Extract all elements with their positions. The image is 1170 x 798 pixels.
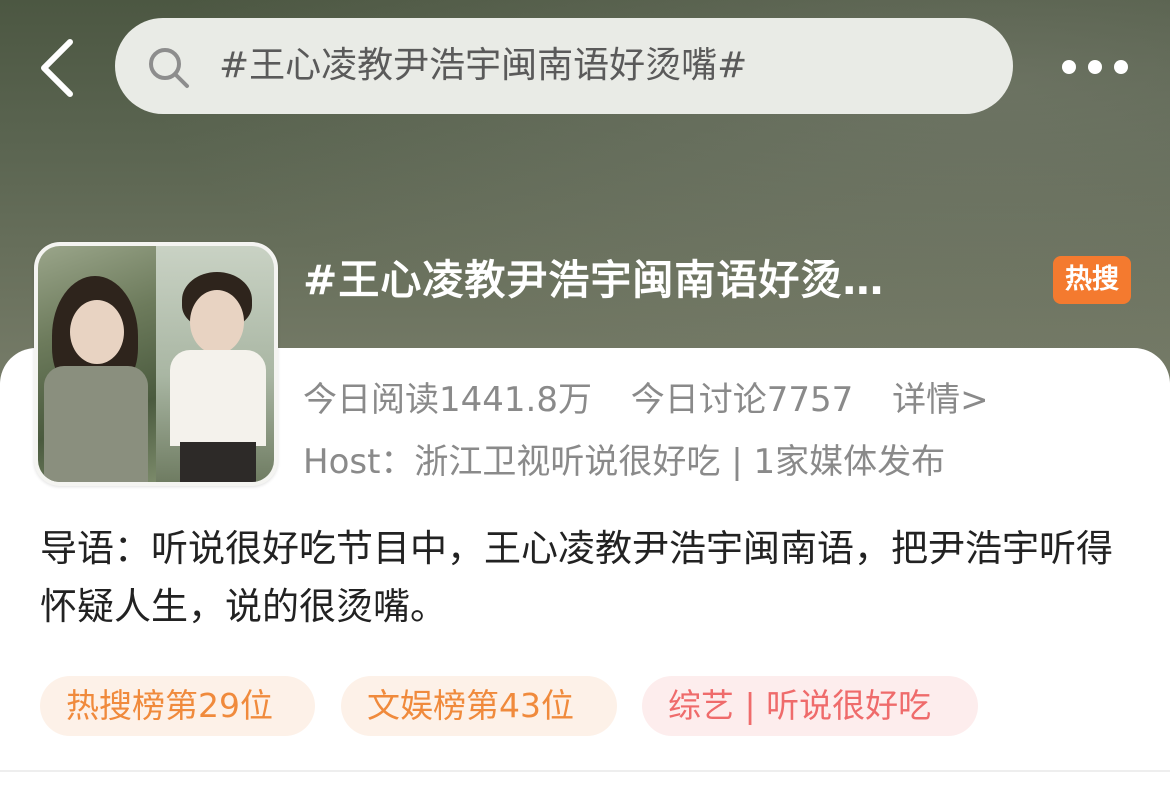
chevron-left-icon [41,39,73,97]
tag-hot-search-rank[interactable]: 热搜榜第29位 [40,676,315,736]
search-bar[interactable]: #王心凌教尹浩宇闽南语好烫嘴# [115,18,1013,114]
topic-cover-image[interactable] [34,242,278,486]
today-discussions: 今日讨论7757 [630,380,854,420]
topic-stats: 今日阅读1441.8万 今日讨论7757 详情> [303,372,1017,421]
details-link[interactable]: 详情> [892,380,989,420]
more-dots-icon [1062,60,1076,74]
topic-title: #王心凌教尹浩宇闽南语好烫… [303,256,885,304]
back-button[interactable] [34,36,84,100]
cover-photo-right [156,246,274,482]
hot-search-badge: 热搜 [1053,256,1131,304]
search-query[interactable]: #王心凌教尹浩宇闽南语好烫嘴# [219,18,747,114]
today-reads: 今日阅读1441.8万 [303,380,592,420]
more-button[interactable] [1058,52,1130,82]
more-dots-icon [1088,60,1102,74]
host-line[interactable]: Host：浙江卫视听说很好吃 | 1家媒体发布 [303,434,945,483]
topic-intro: 导语：听说很好吃节目中，王心凌教尹浩宇闽南语，把尹浩宇听得怀疑人生，说的很烫嘴。 [40,527,1113,628]
more-dots-icon [1114,60,1128,74]
divider [0,770,1170,772]
search-icon [149,48,189,88]
cover-photo-left [38,246,156,482]
tag-entertainment-rank[interactable]: 文娱榜第43位 [341,676,617,736]
tag-variety-show[interactable]: 综艺 | 听说很好吃 [642,676,978,736]
